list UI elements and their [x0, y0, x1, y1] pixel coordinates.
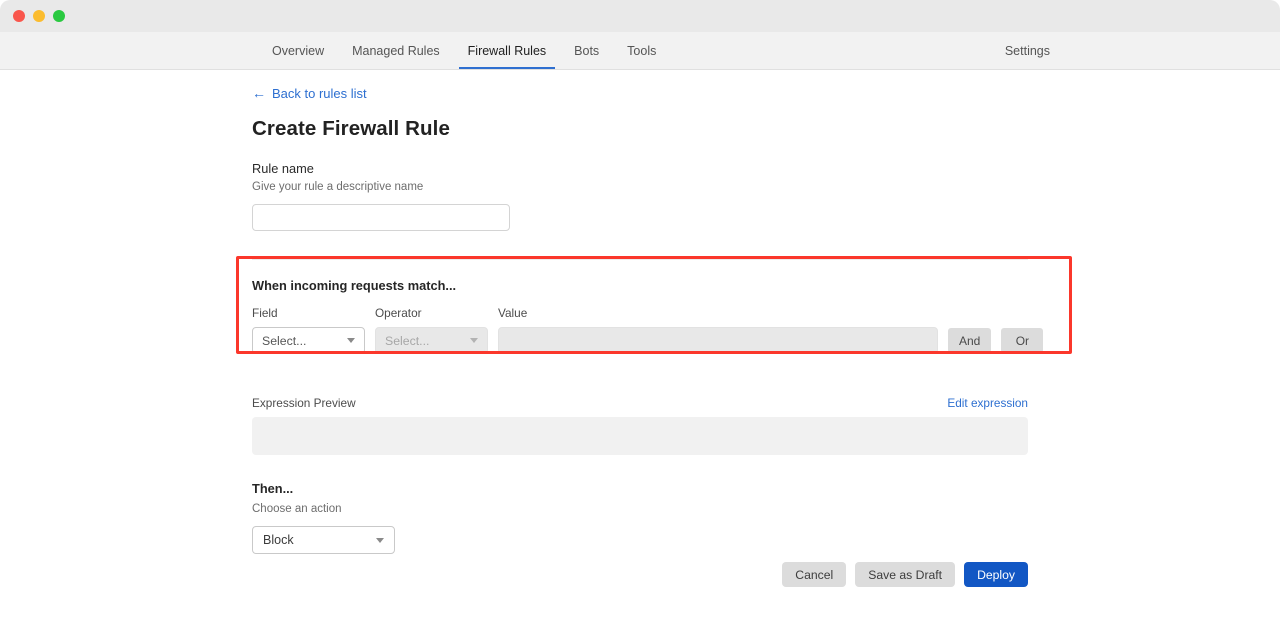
back-link-label: Back to rules list	[272, 86, 367, 101]
then-section: Then... Choose an action Block	[252, 481, 1280, 554]
value-column: Value	[498, 306, 938, 354]
action-select-value: Block	[263, 533, 294, 547]
nav-tab-label: Managed Rules	[352, 44, 440, 58]
nav-right-group: Settings	[1005, 32, 1050, 69]
nav-tab-label: Bots	[574, 44, 599, 58]
nav-tab-list: Overview Managed Rules Firewall Rules Bo…	[258, 32, 670, 69]
traffic-lights	[13, 10, 65, 22]
edit-expression-link[interactable]: Edit expression	[947, 396, 1028, 410]
minimize-window-button[interactable]	[33, 10, 45, 22]
rule-name-help-text: Give your rule a descriptive name	[252, 181, 1280, 193]
maximize-window-button[interactable]	[53, 10, 65, 22]
arrow-left-icon: ←	[252, 86, 266, 100]
operator-label: Operator	[375, 306, 488, 320]
operator-select-value: Select...	[385, 334, 429, 348]
window-titlebar	[0, 0, 1280, 32]
chevron-down-icon	[470, 338, 478, 343]
operator-select[interactable]: Select...	[375, 327, 488, 354]
chevron-down-icon	[347, 338, 355, 343]
app-navigation-bar: Overview Managed Rules Firewall Rules Bo…	[0, 32, 1280, 70]
chevron-down-icon	[376, 538, 384, 543]
page-content: ← Back to rules list Create Firewall Rul…	[0, 70, 1280, 554]
nav-tab-label: Tools	[627, 44, 656, 58]
field-label: Field	[252, 306, 365, 320]
condition-row: Field Select... Operator Select... Value…	[252, 306, 1280, 354]
operator-column: Operator Select...	[375, 306, 488, 354]
nav-settings-link[interactable]: Settings	[1005, 44, 1050, 58]
nav-tab-label: Firewall Rules	[468, 44, 547, 58]
deploy-button[interactable]: Deploy	[964, 562, 1028, 587]
close-window-button[interactable]	[13, 10, 25, 22]
back-to-rules-list-link[interactable]: ← Back to rules list	[252, 86, 367, 101]
rule-name-label: Rule name	[252, 161, 1280, 176]
field-column: Field Select...	[252, 306, 365, 354]
match-conditions-section: When incoming requests match... Field Se…	[252, 278, 1280, 354]
expression-preview-label: Expression Preview	[252, 396, 356, 410]
cancel-button[interactable]: Cancel	[782, 562, 846, 587]
section-divider	[252, 259, 1028, 260]
nav-tab-firewall-rules[interactable]: Firewall Rules	[454, 32, 561, 69]
field-select-value: Select...	[262, 334, 306, 348]
expression-preview-header: Expression Preview Edit expression	[252, 396, 1028, 410]
save-as-draft-button[interactable]: Save as Draft	[855, 562, 955, 587]
action-select[interactable]: Block	[252, 526, 395, 554]
and-button[interactable]: And	[948, 328, 991, 353]
value-input[interactable]	[498, 327, 938, 354]
nav-tab-overview[interactable]: Overview	[258, 32, 338, 69]
expression-preview-box	[252, 417, 1028, 455]
page-title: Create Firewall Rule	[252, 117, 1280, 141]
expression-preview-section: Expression Preview Edit expression	[252, 396, 1028, 455]
then-section-heading: Then...	[252, 481, 1280, 496]
form-action-buttons: Cancel Save as Draft Deploy	[782, 562, 1028, 587]
nav-tab-tools[interactable]: Tools	[613, 32, 670, 69]
nav-tab-label: Overview	[272, 44, 324, 58]
nav-tab-managed-rules[interactable]: Managed Rules	[338, 32, 454, 69]
match-section-heading: When incoming requests match...	[252, 278, 1280, 293]
field-select[interactable]: Select...	[252, 327, 365, 354]
choose-action-label: Choose an action	[252, 503, 1280, 515]
or-button[interactable]: Or	[1001, 328, 1043, 353]
value-label: Value	[498, 306, 938, 320]
nav-tab-bots[interactable]: Bots	[560, 32, 613, 69]
rule-name-input[interactable]	[252, 204, 510, 231]
